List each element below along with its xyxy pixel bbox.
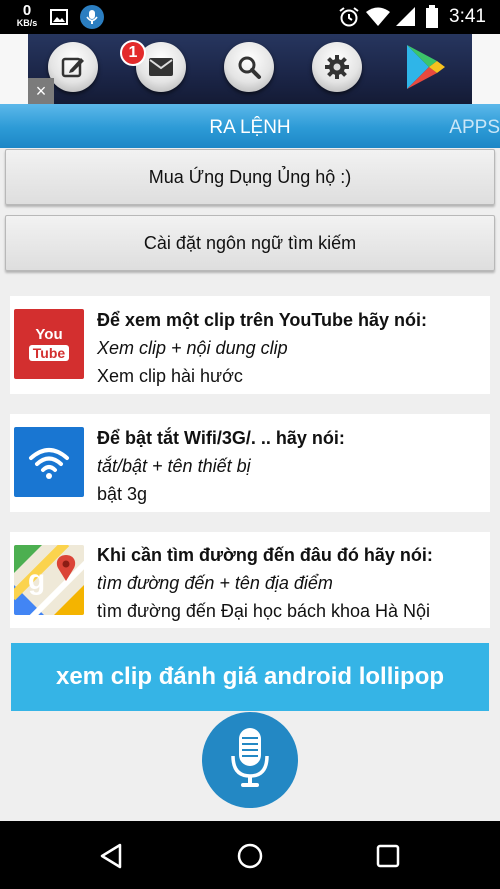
search-icon[interactable] [224,42,274,92]
maps-card-text: Khi cần tìm đường đến đâu đó hãy nói: tì… [97,541,433,625]
microphone-icon [230,726,270,795]
ad-area: 1 × [0,34,500,104]
card-title: Để xem một clip trên YouTube hãy nói: [97,310,428,330]
battery-icon [425,5,439,34]
card-syntax: tìm đường đến + tên địa điểm [97,573,333,593]
signal-icon [396,7,416,32]
card-syntax: tắt/bật + tên thiết bị [97,456,251,476]
wifi-icon [14,427,84,497]
card-example: Xem clip hài hước [97,366,243,386]
home-icon[interactable] [230,839,270,873]
wifi-card-text: Để bật tắt Wifi/3G/. .. hãy nói: tắt/bật… [97,424,345,508]
maps-icon: g [14,545,84,615]
navigation-bar [0,821,500,889]
compose-icon[interactable] [48,42,98,92]
youtube-icon: You Tube [14,309,84,379]
youtube-command-card: You Tube Để xem một clip trên YouTube hã… [10,296,490,394]
lollipop-review-button[interactable]: xem clip đánh giá android lollipop [11,643,489,711]
status-bar: 0 KB/s 3:41 [0,0,500,34]
image-icon [50,9,68,30]
buy-app-button[interactable]: Mua Ứng Dụng Ủng hộ :) [5,149,495,205]
tab-apps[interactable]: APPS [449,104,500,152]
tab-bar: RA LỆNH APPS [0,104,500,148]
card-title: Để bật tắt Wifi/3G/. .. hãy nói: [97,428,345,448]
card-example: tìm đường đến Đại học bách khoa Hà Nội [97,601,431,621]
network-speed-unit: KB/s [16,18,38,28]
recents-icon[interactable] [368,839,408,873]
tab-ra-lenh[interactable]: RA LỆNH [0,104,500,148]
card-title: Khi cần tìm đường đến đâu đó hãy nói: [97,545,433,565]
search-language-button[interactable]: Cài đặt ngôn ngữ tìm kiếm [5,215,495,271]
ad-close-button[interactable]: × [28,78,54,104]
card-example: bật 3g [97,484,148,504]
svg-text:g: g [28,564,45,595]
wifi-status-icon [366,7,390,32]
voice-command-button[interactable] [202,712,298,808]
play-store-icon[interactable] [400,42,450,92]
microphone-notification-icon [80,5,104,34]
ad-banner[interactable]: 1 [28,34,472,104]
settings-icon[interactable] [312,42,362,92]
youtube-icon-text-top: You [35,326,63,343]
mail-badge: 1 [120,40,146,66]
network-speed-value: 0 [22,2,32,19]
youtube-card-text: Để xem một clip trên YouTube hãy nói: Xe… [97,306,427,390]
back-icon[interactable] [91,839,131,873]
maps-command-card: g Khi cần tìm đường đến đâu đó hãy nói: … [10,532,490,628]
network-speed: 0 KB/s [14,3,40,28]
card-syntax: Xem clip + nội dung clip [97,338,288,358]
alarm-icon [338,6,360,33]
wifi-command-card: Để bật tắt Wifi/3G/. .. hãy nói: tắt/bật… [10,414,490,512]
youtube-icon-text-bottom: Tube [28,345,70,361]
clock: 3:41 [449,6,486,27]
